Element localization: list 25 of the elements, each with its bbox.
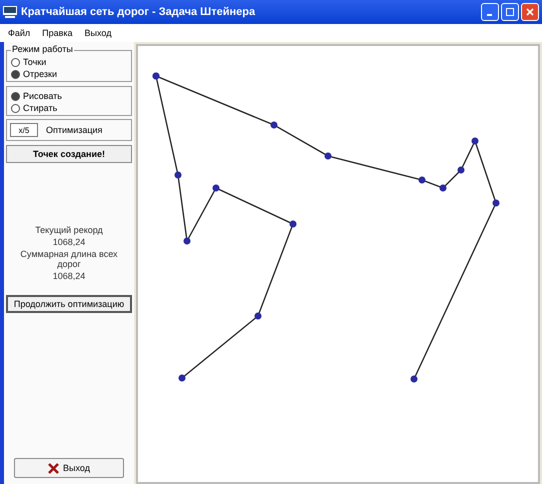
maximize-icon [506, 8, 514, 16]
menu-item[interactable]: Выход [84, 28, 112, 38]
group-title: Режим работы [11, 44, 74, 54]
radio-option[interactable]: Отрезки [11, 69, 127, 79]
window-title: Кратчайшая сеть дорог - Задача Штейнера [21, 6, 256, 18]
optimize-label: Оптимизация [46, 125, 102, 135]
radio-option[interactable]: Рисовать [11, 91, 127, 101]
radio-option[interactable]: Стирать [11, 103, 127, 113]
cross-icon [48, 462, 60, 474]
minimize-button[interactable] [481, 3, 499, 21]
stat-text: Суммарная длина всех дорог [19, 249, 119, 269]
maximize-button[interactable] [501, 3, 519, 21]
app-icon [3, 6, 17, 18]
continue-button[interactable]: Продолжить оптимизацию [6, 295, 132, 313]
radio-option[interactable]: Точки [11, 57, 127, 67]
menu-item[interactable]: Файл [8, 28, 30, 38]
stat-text: 1068,24 [52, 237, 86, 247]
count-field[interactable]: x/5 [10, 123, 38, 137]
stat-text: Текущий рекорд [35, 225, 103, 235]
close-icon [526, 8, 534, 16]
menu-item[interactable]: Правка [42, 28, 73, 38]
status-button[interactable]: Точек создание! [6, 145, 132, 163]
stat-text: 1068,24 [52, 271, 86, 281]
exit-button[interactable]: Выход [14, 458, 124, 478]
close-button[interactable] [521, 3, 539, 21]
